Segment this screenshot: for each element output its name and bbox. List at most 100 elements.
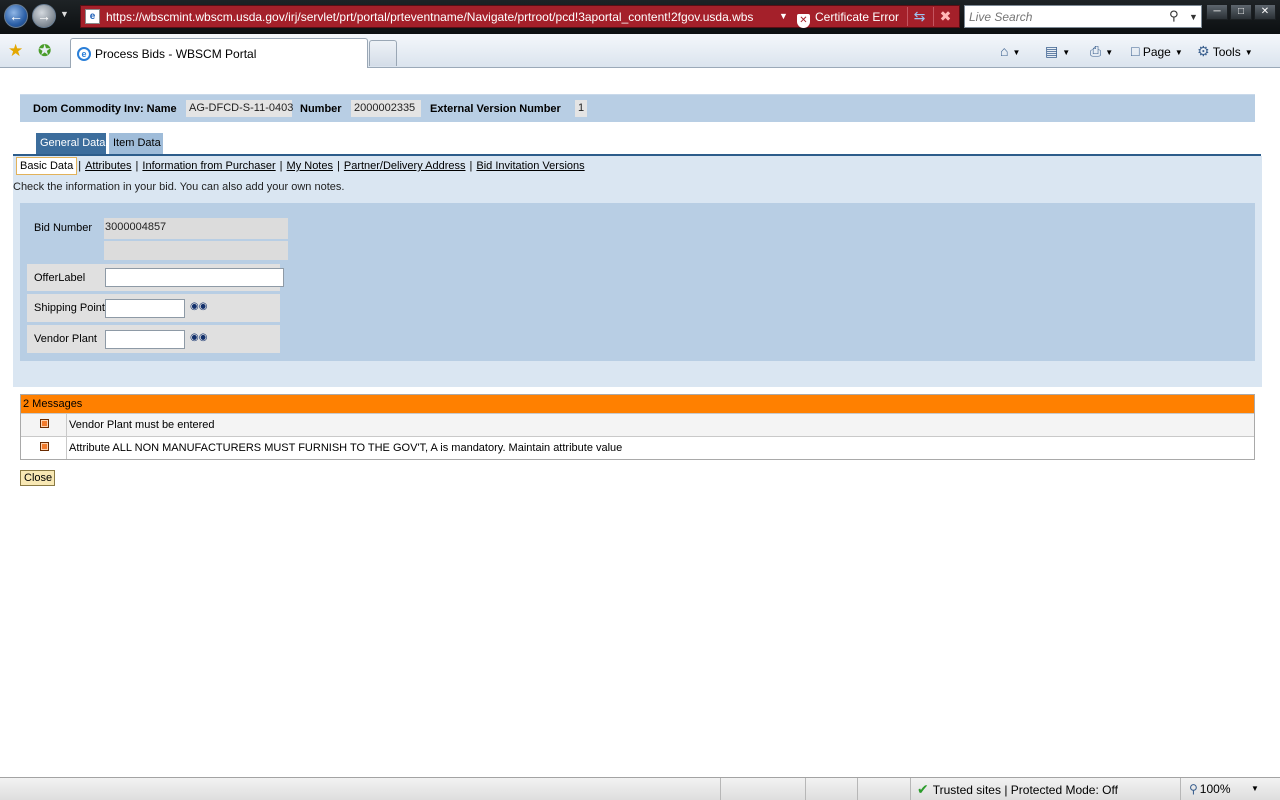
chevron-down-icon[interactable]: ▼: [1012, 48, 1020, 57]
chevron-down-icon: ▼: [1174, 48, 1183, 57]
message-text: Attribute ALL NON MANUFACTURERS MUST FUR…: [69, 442, 623, 454]
search-icon[interactable]: ⚲: [1169, 8, 1179, 24]
page-icon: e: [85, 9, 100, 24]
bid-header: Dom Commodity Inv: Name AG-DFCD-S-11-040…: [20, 94, 1255, 122]
name-label: Dom Commodity Inv: Name: [33, 103, 177, 115]
address-url[interactable]: https://wbscmint.wbscm.usda.gov/irj/serv…: [106, 10, 776, 26]
minimize-button[interactable]: ─: [1206, 4, 1228, 20]
vendor-plant-row: Vendor Plant ◉◉: [27, 325, 280, 353]
feeds-button[interactable]: ▤ ▼: [1045, 42, 1070, 60]
recent-pages-dropdown-icon[interactable]: ▼: [60, 9, 69, 19]
vendor-plant-input[interactable]: [105, 330, 185, 349]
message-row: Vendor Plant must be entered: [21, 413, 1254, 436]
certificate-error-button[interactable]: ✕ Certificate Error: [797, 8, 909, 28]
stop-icon[interactable]: ✖: [933, 7, 957, 26]
general-data-panel: Basic Data | Attributes | Information from P…: [13, 156, 1262, 387]
home-button[interactable]: ⌂ ▼: [1000, 42, 1020, 60]
subtab-my-notes[interactable]: My Notes: [284, 158, 336, 176]
address-dropdown-icon[interactable]: ▼: [779, 11, 788, 21]
browser-tab-title: Process Bids - WBSCM Portal: [95, 47, 257, 61]
bid-number-label: Bid Number: [34, 222, 93, 234]
chevron-down-icon: ▼: [1244, 48, 1253, 57]
subtab-bid-invitation-versions[interactable]: Bid Invitation Versions: [473, 158, 587, 176]
home-icon: ⌂: [1000, 43, 1009, 59]
external-version-label: External Version Number: [430, 103, 561, 115]
message-row: Attribute ALL NON MANUFACTURERS MUST FUR…: [21, 436, 1254, 459]
messages-panel: 2 Messages Vendor Plant must be entered …: [20, 394, 1255, 460]
offer-label-label: OfferLabel: [34, 272, 86, 284]
print-button[interactable]: ⎙ ▼: [1090, 42, 1113, 60]
chevron-down-icon[interactable]: ▼: [1105, 48, 1113, 57]
status-segment: [720, 778, 805, 800]
tools-menu-label: Tools: [1212, 45, 1241, 59]
forward-button[interactable]: →: [32, 4, 56, 28]
tools-menu[interactable]: ⚙ Tools ▼: [1197, 42, 1253, 60]
external-version-value: 1: [575, 100, 587, 117]
status-bar: ✔ Trusted sites | Protected Mode: Off ⚲ 10…: [0, 777, 1280, 800]
favorites-star-icon[interactable]: ★: [8, 41, 23, 61]
panel-hint-text: Check the information in your bid. You c…: [13, 181, 345, 193]
checkmark-icon: ✔: [917, 781, 929, 797]
shipping-point-input[interactable]: [105, 299, 185, 318]
security-zone[interactable]: ✔ Trusted sites | Protected Mode: Off: [910, 778, 1180, 800]
error-icon: [40, 442, 49, 451]
blank-readonly-field: [104, 241, 288, 260]
new-tab-button[interactable]: [369, 40, 397, 66]
status-segment: [805, 778, 857, 800]
printer-icon: ⎙: [1090, 43, 1102, 59]
binoculars-icon[interactable]: ◉◉: [190, 332, 207, 343]
search-box[interactable]: ⚲ ▼: [964, 5, 1202, 28]
close-button[interactable]: Close: [20, 470, 55, 486]
zoom-dropdown-icon[interactable]: ▼: [1251, 778, 1259, 800]
rss-icon: ▤: [1045, 43, 1059, 59]
ie-favicon-icon: e: [77, 47, 91, 61]
shipping-point-label: Shipping Point: [34, 302, 105, 314]
maximize-button[interactable]: □: [1230, 4, 1252, 20]
bid-number-row: Bid Number 3000004857: [27, 218, 288, 239]
vendor-plant-label: Vendor Plant: [34, 333, 97, 345]
tab-item-data[interactable]: Item Data: [109, 133, 163, 154]
subtab-partner-delivery-address[interactable]: Partner/Delivery Address: [341, 158, 469, 176]
browser-tab-active[interactable]: e Process Bids - WBSCM Portal: [70, 38, 368, 68]
close-window-button[interactable]: ✕: [1254, 4, 1276, 20]
offer-label-row: OfferLabel: [27, 264, 284, 291]
zoom-control[interactable]: ⚲ 100% ▼: [1180, 778, 1280, 800]
page-menu[interactable]: □ Page ▼: [1131, 42, 1183, 60]
search-input[interactable]: [967, 8, 1163, 25]
page-content: Dom Commodity Inv: Name AG-DFCD-S-11-040…: [0, 69, 1280, 777]
status-segment: [857, 778, 910, 800]
page-icon: □: [1131, 43, 1140, 59]
search-dropdown-icon[interactable]: ▼: [1189, 12, 1198, 22]
certificate-error-label: Certificate Error: [815, 10, 900, 24]
blank-row: [27, 241, 288, 260]
zoom-level: 100%: [1199, 782, 1231, 796]
shield-icon: ✕: [797, 14, 810, 28]
add-favorites-icon[interactable]: ✪: [38, 41, 51, 61]
magnifier-icon: ⚲: [1189, 782, 1198, 796]
chevron-down-icon[interactable]: ▼: [1062, 48, 1070, 57]
name-value: AG-DFCD-S-11-0403: [186, 100, 293, 117]
gear-icon: ⚙: [1197, 43, 1210, 59]
subtab-information-from-purchaser[interactable]: Information from Purchaser: [139, 158, 278, 176]
subtab-attributes[interactable]: Attributes: [82, 158, 134, 176]
subtab-basic-data[interactable]: Basic Data: [16, 157, 78, 175]
back-button[interactable]: ←: [4, 4, 28, 28]
subtab-bar: Basic Data | Attributes | Information from P…: [16, 157, 588, 175]
number-value: 2000002335: [351, 100, 421, 117]
message-text: Vendor Plant must be entered: [69, 419, 215, 431]
page-menu-label: Page: [1142, 45, 1171, 59]
tab-general-data[interactable]: General Data: [36, 133, 106, 154]
error-icon: [40, 419, 49, 428]
security-zone-text: Trusted sites | Protected Mode: Off: [932, 783, 1118, 797]
messages-header: 2 Messages: [21, 395, 1254, 413]
command-bar: ★ ✪ e Process Bids - WBSCM Portal ⌂ ▼ ▤ ▼ …: [0, 34, 1280, 68]
refresh-icon[interactable]: ⇆: [907, 7, 931, 26]
shipping-point-row: Shipping Point ◉◉: [27, 294, 280, 322]
address-bar[interactable]: e https://wbscmint.wbscm.usda.gov/irj/se…: [80, 5, 960, 28]
number-label: Number: [300, 103, 342, 115]
browser-toolbar: ← → ▼ e https://wbscmint.wbscm.usda.gov/…: [0, 0, 1280, 34]
message-icon-cell: [21, 414, 67, 436]
basic-data-form: Bid Number 3000004857 OfferLabel Shippin…: [20, 203, 1255, 361]
offer-label-input[interactable]: [105, 268, 284, 287]
binoculars-icon[interactable]: ◉◉: [190, 301, 207, 312]
